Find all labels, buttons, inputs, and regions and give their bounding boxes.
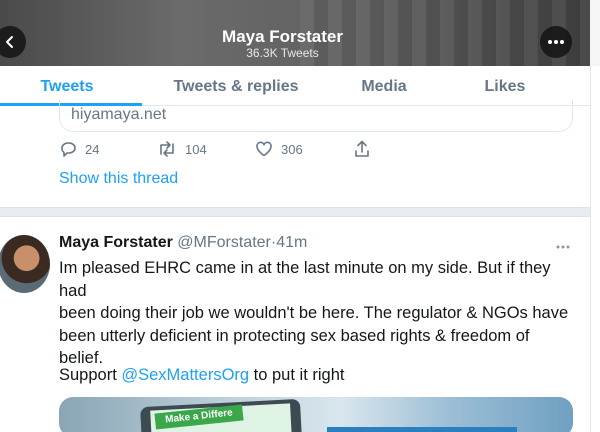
tweet-timestamp[interactable]: 41m [276,234,307,251]
link-card-domain: hiyamaya.net [71,106,167,123]
reply-button[interactable]: 24 [59,140,99,158]
tweet-media-image[interactable]: Make a Differe [59,397,573,432]
retweet-button[interactable]: 104 [157,140,207,158]
tweet-author-line: Maya Forstater @MForstater·41m [59,234,307,252]
tweet-actions: 24 104 306 [0,140,590,164]
header-title: Maya Forstater [222,27,343,46]
header-edge [590,0,600,66]
tweet-support-line: Support @SexMattersOrg to put it right [59,366,344,385]
retweet-count: 104 [185,141,207,157]
tweet-text: Im pleased EHRC came in at the last minu… [59,257,579,370]
retweet-icon [160,141,174,157]
tweet-text-line: been doing their job we wouldn't be here… [59,304,569,322]
reply-count: 24 [85,141,100,157]
more-horizontal-icon [548,40,564,44]
tweet-count: 36.3K Tweets [246,46,319,60]
author-handle[interactable]: @MForstater [177,234,271,251]
tweet-text-line: been utterly deficient in protecting sex… [59,326,530,345]
like-button[interactable]: 306 [255,140,303,158]
show-thread-link[interactable]: Show this thread [59,170,178,188]
heart-icon [256,141,272,157]
share-button[interactable] [353,140,371,158]
support-prefix: Support [59,366,122,384]
author-name[interactable]: Maya Forstater [59,234,173,251]
tweet-separator [0,207,590,217]
tweet-menu-button[interactable] [556,236,570,254]
timeline-border [590,66,591,432]
avatar[interactable] [0,235,50,293]
tweet-text-line: Im pleased EHRC came in at the last minu… [59,259,551,300]
support-suffix: to put it right [249,366,345,384]
media-banner-shape [327,427,517,432]
share-icon [355,140,369,157]
reply-icon [61,142,76,157]
more-options-button[interactable] [540,26,572,58]
more-horizontal-icon [556,245,570,249]
like-count: 306 [281,141,303,157]
link-card[interactable]: hiyamaya.net [59,100,573,132]
mention-link[interactable]: @SexMattersOrg [121,366,249,384]
